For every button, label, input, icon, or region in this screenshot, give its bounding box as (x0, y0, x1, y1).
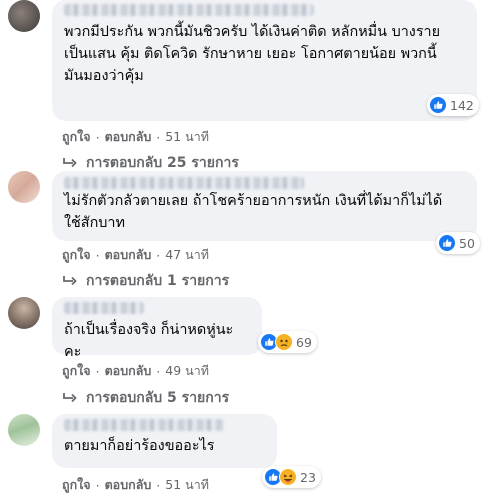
reply-arrow-icon (63, 158, 77, 168)
like-link[interactable]: ถูกใจ (62, 245, 91, 265)
timestamp[interactable]: 49 นาที (165, 361, 209, 381)
author-name-blurred[interactable] (64, 419, 224, 431)
avatar[interactable] (8, 0, 40, 32)
reaction-summary[interactable]: 23 (262, 466, 321, 488)
comment-text: ไม่รักตัวกลัวตายเลย ถ้าโชคร้ายอาการหนัก … (64, 193, 443, 231)
author-name-blurred[interactable] (64, 302, 144, 314)
sad-icon (275, 333, 293, 351)
like-link[interactable]: ถูกใจ (62, 475, 91, 495)
reaction-count: 23 (300, 469, 316, 485)
author-name-blurred[interactable] (64, 4, 314, 16)
like-link[interactable]: ถูกใจ (62, 127, 91, 147)
comment-text: ตายมาก็อย่าร้องขออะไร (64, 438, 215, 454)
timestamp[interactable]: 51 นาที (165, 475, 209, 495)
view-replies-link[interactable]: การตอบกลับ 1 รายการ (62, 270, 229, 292)
reply-link[interactable]: ตอบกลับ (105, 475, 152, 495)
comment-bubble: พวกมีประกัน พวกนี้มันชิวครับ ได้เงินค่าต… (52, 0, 477, 121)
comment-text: พวกมีประกัน พวกนี้มันชิวครับ ได้เงินค่าต… (64, 24, 441, 84)
reaction-count: 69 (296, 334, 312, 350)
comment-bubble: ไม่รักตัวกลัวตายเลย ถ้าโชคร้ายอาการหนัก … (52, 171, 477, 241)
comment-actions: ถูกใจ · ตอบกลับ · 51 นาที (62, 127, 209, 147)
view-replies-link[interactable]: การตอบกลับ 5 รายการ (62, 387, 229, 409)
haha-icon (279, 468, 297, 486)
timestamp[interactable]: 51 นาที (165, 127, 209, 147)
timestamp[interactable]: 47 นาที (165, 245, 209, 265)
avatar[interactable] (8, 297, 40, 329)
avatar[interactable] (8, 171, 40, 203)
reply-link[interactable]: ตอบกลับ (105, 245, 152, 265)
like-icon (429, 96, 447, 114)
like-link[interactable]: ถูกใจ (62, 361, 91, 381)
reaction-summary[interactable]: 142 (427, 94, 479, 116)
reply-arrow-icon (63, 276, 77, 286)
comment-actions: ถูกใจ · ตอบกลับ · 49 นาที (62, 361, 209, 381)
reply-arrow-icon (63, 393, 77, 403)
reaction-summary[interactable]: 50 (436, 232, 480, 254)
comment-text: ถ้าเป็นเรื่องจริง ก็น่าหดหู่นะคะ (64, 322, 234, 360)
reply-link[interactable]: ตอบกลับ (105, 127, 152, 147)
comment-bubble: ตายมาก็อย่าร้องขออะไร (52, 414, 277, 468)
comment-actions: ถูกใจ · ตอบกลับ · 51 นาที (62, 475, 209, 495)
like-icon (438, 234, 456, 252)
avatar[interactable] (8, 414, 40, 446)
reaction-count: 142 (450, 97, 474, 113)
reply-link[interactable]: ตอบกลับ (105, 361, 152, 381)
comment-bubble: ถ้าเป็นเรื่องจริง ก็น่าหดหู่นะคะ (52, 297, 262, 360)
comment-actions: ถูกใจ · ตอบกลับ · 47 นาที (62, 245, 209, 265)
author-name-blurred[interactable] (64, 177, 304, 189)
reaction-summary[interactable]: 69 (258, 331, 317, 353)
reaction-count: 50 (459, 235, 475, 251)
